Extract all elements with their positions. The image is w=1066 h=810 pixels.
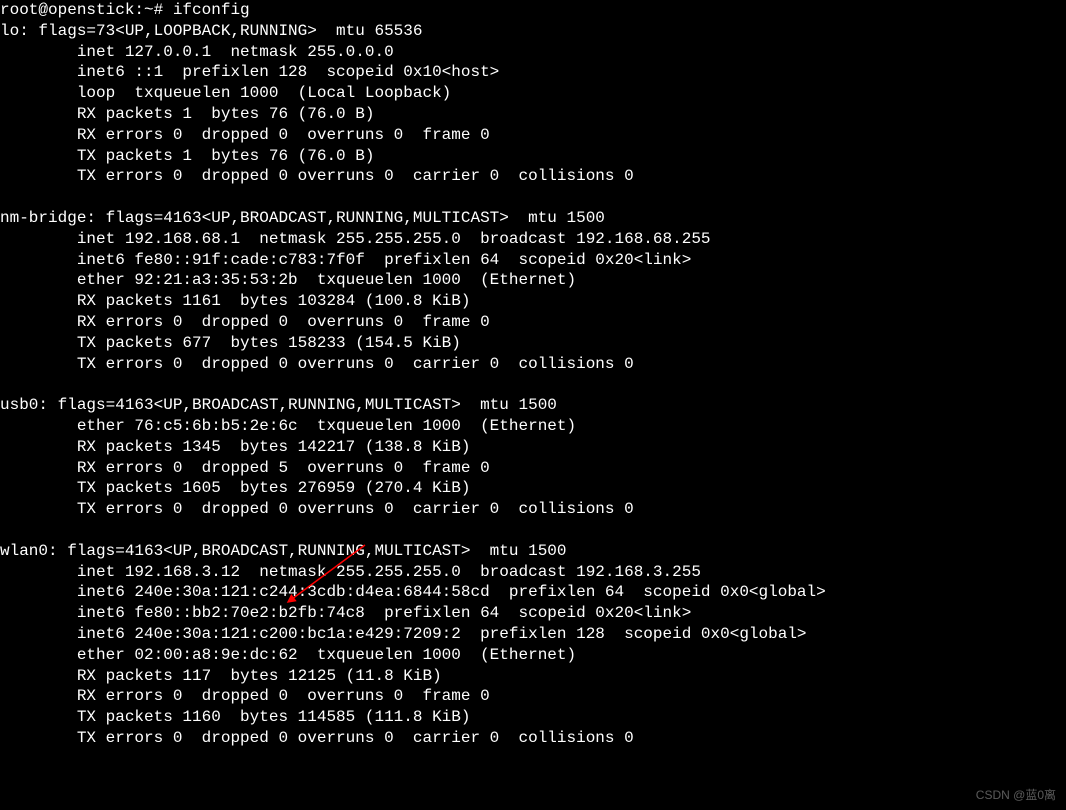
terminal-output[interactable]: root@openstick:~# ifconfig lo: flags=73<… xyxy=(0,0,1066,749)
watermark-text: CSDN @蓝0离 xyxy=(976,788,1056,804)
